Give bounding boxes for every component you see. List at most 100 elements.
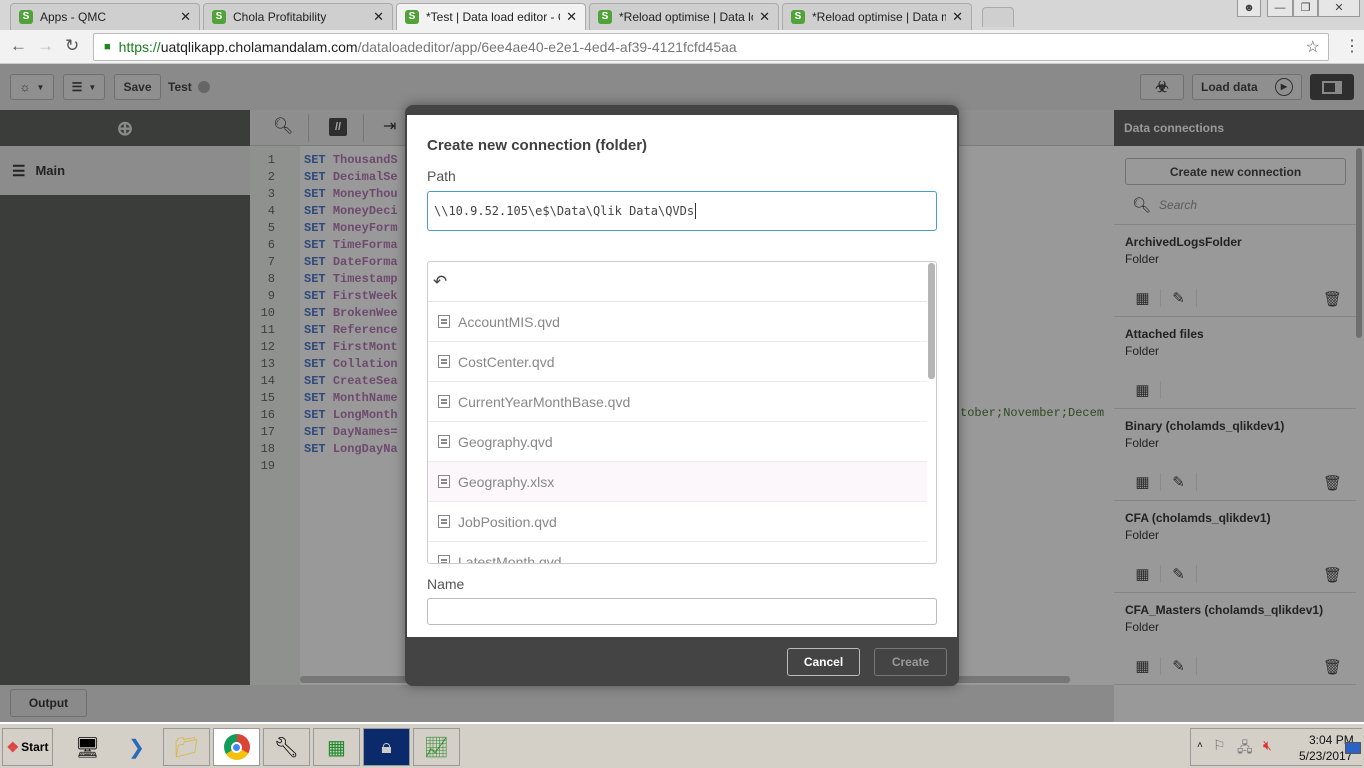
search-icon[interactable]: 🔍︎: [273, 116, 293, 136]
show-desktop-icon[interactable]: [1345, 742, 1361, 754]
tab-close-icon[interactable]: ✕: [180, 9, 191, 25]
connection-search[interactable]: 🔍︎ Search: [1114, 185, 1356, 225]
indent-icon[interactable]: ⇥: [383, 116, 396, 136]
connection-name: CFA (cholamds_qlikdev1): [1125, 511, 1271, 525]
browser-tab[interactable]: S Apps - QMC ✕: [10, 3, 200, 30]
show-hidden-icons[interactable]: ˄: [1197, 740, 1203, 751]
add-section-button[interactable]: ⊕: [0, 110, 250, 146]
chevron-down-icon: ▼: [36, 82, 45, 92]
start-label: Start: [21, 740, 49, 754]
connections-scrollbar[interactable]: [1356, 148, 1362, 338]
trash-icon[interactable]: 🗑︎: [1323, 474, 1342, 492]
save-button[interactable]: Save: [114, 74, 161, 100]
file-item[interactable]: CostCenter.qvd: [428, 342, 927, 382]
taskbar-remote-access[interactable]: 🔒︎: [363, 728, 410, 766]
select-data-icon[interactable]: ▦: [1125, 657, 1161, 675]
taskbar-explorer[interactable]: 📁︎: [163, 728, 210, 766]
minimize-button[interactable]: —: [1267, 0, 1293, 17]
menu-dots-icon[interactable]: ⋮: [1344, 36, 1360, 56]
taskbar-powershell[interactable]: ❯: [113, 728, 160, 766]
line-number: 4: [267, 204, 275, 218]
trash-icon[interactable]: 🗑︎: [1323, 658, 1342, 676]
file-name: CurrentYearMonthBase.qvd: [458, 393, 631, 410]
taskbar-server-tools[interactable]: 🔧︎: [263, 728, 310, 766]
comment-icon[interactable]: //: [329, 118, 347, 136]
restore-button[interactable]: ❐: [1293, 0, 1318, 17]
select-data-icon[interactable]: ▦: [1125, 381, 1161, 399]
taskbar-chrome[interactable]: [213, 728, 260, 766]
windows-logo-icon: ❖: [6, 738, 20, 755]
forward-icon[interactable]: →: [37, 36, 54, 56]
tab-close-icon[interactable]: ✕: [952, 9, 963, 25]
output-button[interactable]: Output: [10, 689, 87, 717]
hamburger-icon: ☰: [12, 162, 26, 180]
line-number: 6: [267, 238, 275, 252]
code-variable: DateForma: [332, 255, 398, 269]
browser-tab[interactable]: S Chola Profitability ✕: [203, 3, 393, 30]
volume-muted-icon[interactable]: 🔇︎: [1263, 737, 1272, 754]
debug-button[interactable]: ☣: [1140, 74, 1184, 100]
taskbar-spreadsheet[interactable]: ▦: [313, 728, 360, 766]
connection-item[interactable]: Attached files Folder ▦: [1114, 317, 1356, 409]
code-keyword: SET: [304, 238, 326, 252]
select-data-icon[interactable]: ▦: [1125, 565, 1161, 583]
edit-pencil-icon[interactable]: ✎: [1161, 657, 1197, 675]
select-data-icon[interactable]: ▦: [1125, 473, 1161, 491]
network-icon[interactable]: 🖧︎: [1237, 737, 1253, 761]
file-item[interactable]: Geography.qvd: [428, 422, 927, 462]
file-item[interactable]: JobPosition.qvd: [428, 502, 927, 542]
file-list: AccountMIS.qvd CostCenter.qvd CurrentYearM…: [428, 302, 936, 563]
line-number: 1: [267, 153, 275, 167]
create-button[interactable]: Create: [874, 648, 947, 676]
file-item[interactable]: CurrentYearMonthBase.qvd: [428, 382, 927, 422]
reload-icon[interactable]: ↻: [65, 36, 79, 56]
file-list-scrollbar[interactable]: [928, 263, 935, 379]
edit-pencil-icon[interactable]: ✎: [1161, 289, 1197, 307]
edit-pencil-icon[interactable]: ✎: [1161, 565, 1197, 583]
connection-item[interactable]: Binary (cholamds_qlikdev1) Folder 🗑︎ ▦ ✎: [1114, 409, 1356, 501]
file-name: JobPosition.qvd: [458, 513, 557, 530]
taskbar-performance-monitor[interactable]: 📈︎: [413, 728, 460, 766]
select-data-icon[interactable]: ▦: [1125, 289, 1161, 307]
tab-close-icon[interactable]: ✕: [373, 9, 384, 25]
tab-close-icon[interactable]: ✕: [759, 9, 770, 25]
path-input[interactable]: \\10.9.52.105\e$\Data\Qlik Data\QVDs: [427, 191, 937, 231]
back-icon[interactable]: ←: [10, 36, 27, 56]
connection-name: Binary (cholamds_qlikdev1): [1125, 419, 1285, 433]
start-button[interactable]: ❖ Start: [2, 728, 53, 766]
file-item[interactable]: AccountMIS.qvd: [428, 302, 927, 342]
file-item[interactable]: Geography.xlsx: [428, 462, 927, 502]
navigation-menu-button[interactable]: ☼ ▼: [10, 74, 54, 100]
new-tab-button[interactable]: [982, 7, 1014, 27]
trash-icon[interactable]: 🗑︎: [1323, 290, 1342, 308]
edit-pencil-icon[interactable]: ✎: [1161, 473, 1197, 491]
connection-item[interactable]: ArchivedLogsFolder Folder 🗑︎ ▦ ✎: [1114, 225, 1356, 317]
profile-button[interactable]: ☻: [1237, 0, 1261, 17]
trash-icon[interactable]: 🗑︎: [1323, 566, 1342, 584]
create-new-connection-button[interactable]: Create new connection: [1125, 158, 1346, 185]
back-folder-button[interactable]: ↶: [428, 262, 927, 302]
global-menu-button[interactable]: ☰ ▼: [63, 74, 105, 100]
code-keyword: SET: [304, 306, 326, 320]
name-label: Name: [427, 576, 465, 592]
code-variable: FirstWeek: [332, 289, 398, 303]
connection-item[interactable]: CFA_Masters (cholamds_qlikdev1) Folder 🗑︎ ▦…: [1114, 593, 1356, 685]
bookmark-star-icon[interactable]: ☆: [1306, 37, 1320, 57]
taskbar-server-manager[interactable]: 🖥︎: [64, 728, 111, 766]
bottom-bar: Output: [0, 685, 1114, 722]
tab-close-icon[interactable]: ✕: [566, 9, 577, 25]
load-data-button[interactable]: Load data ▶: [1192, 74, 1302, 100]
url-input[interactable]: ■ https:// uatqlikapp.cholamandalam.com …: [93, 33, 1329, 61]
toggle-panel-button[interactable]: [1310, 74, 1354, 100]
browser-tab[interactable]: S *Test | Data load editor - Q ✕: [396, 3, 586, 30]
connection-item[interactable]: CFA (cholamds_qlikdev1) Folder 🗑︎ ▦ ✎: [1114, 501, 1356, 593]
cancel-button[interactable]: Cancel: [787, 648, 860, 676]
browser-tab[interactable]: S *Reload optimise | Data mo ✕: [782, 3, 972, 30]
browser-tab[interactable]: S *Reload optimise | Data loa ✕: [589, 3, 779, 30]
file-item[interactable]: LatestMonth.qvd: [428, 542, 927, 563]
flag-icon[interactable]: ⚐: [1213, 737, 1226, 754]
section-main[interactable]: ☰ Main: [0, 146, 250, 195]
tab-title: Apps - QMC: [40, 10, 107, 24]
name-input[interactable]: [427, 598, 937, 625]
close-window-button[interactable]: ✕: [1318, 0, 1360, 17]
